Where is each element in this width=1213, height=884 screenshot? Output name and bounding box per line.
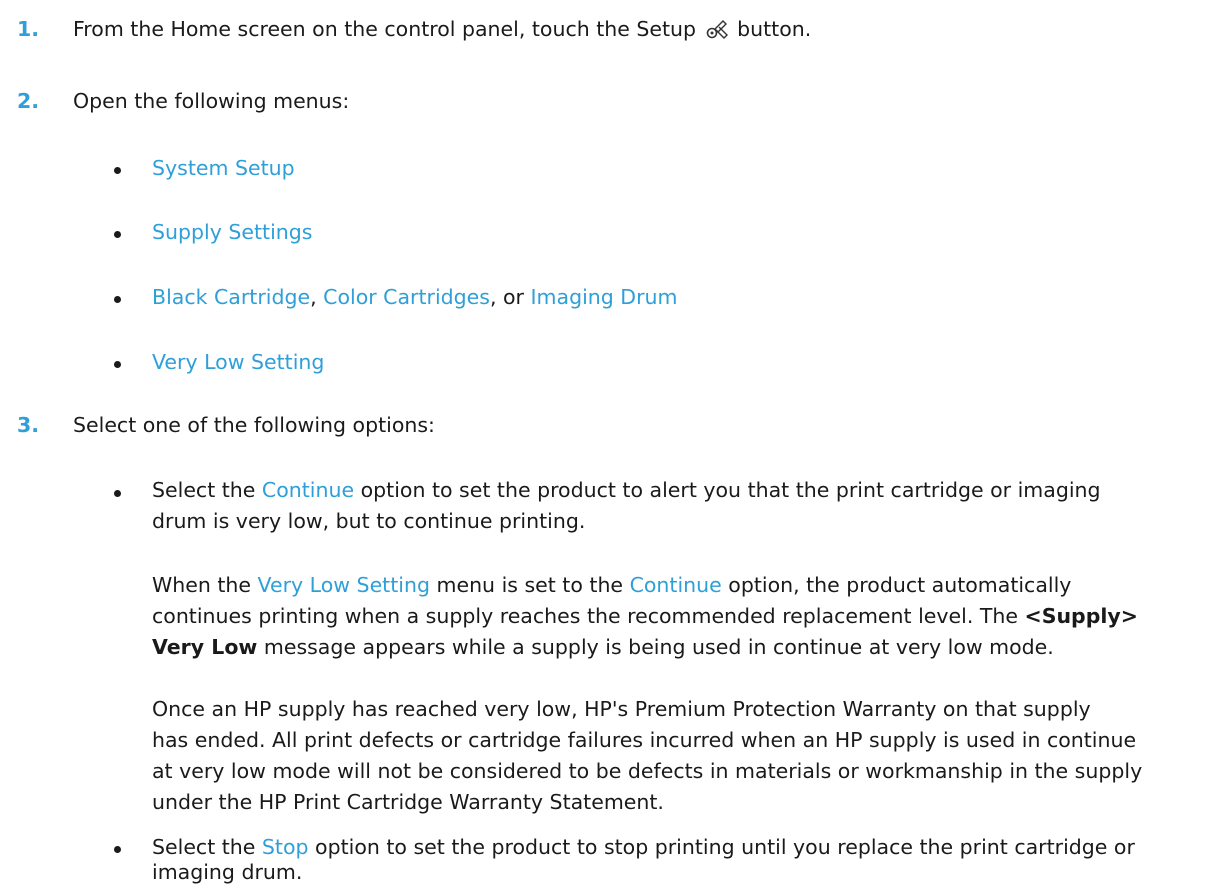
separator: , [310,285,324,309]
menu-very-low-setting[interactable]: Very Low Setting [152,350,324,374]
supply-bold: <Supply> [1024,604,1138,628]
continue-option-line-2: drum is very low, but to continue printi… [152,509,586,533]
text: message appears while a supply is being … [257,635,1054,659]
very-low-setting-link[interactable]: Very Low Setting [258,573,430,597]
step-1-text-before: From the Home screen on the control pane… [73,17,697,41]
step-1-text: From the Home screen on the control pane… [73,17,811,41]
stop-option-line-2: imaging drum. [152,860,303,884]
step-3-text: Select one of the following options: [73,413,435,437]
stop-option-line-1: Select the Stop option to set the produc… [152,835,1135,859]
menu-system-setup[interactable]: System Setup [152,156,295,180]
para2-line-4: under the HP Print Cartridge Warranty St… [152,790,664,814]
text: Select the [152,835,262,859]
text: When the [152,573,258,597]
text: option to set the product to stop printi… [308,835,1135,859]
step-1-number: 1. [17,17,40,41]
text: Select the [152,478,262,502]
para1-line-1: When the Very Low Setting menu is set to… [152,573,1071,597]
bullet [114,167,121,174]
para2-line-1: Once an HP supply has reached very low, … [152,697,1091,721]
very-low-bold: Very Low [152,635,258,659]
text: continues printing when a supply reaches… [152,604,1025,628]
para2-line-3: at very low mode will not be considered … [152,759,1143,783]
step-3-number: 3. [17,413,40,437]
continue-link[interactable]: Continue [630,573,722,597]
menu-black-cartridge[interactable]: Black Cartridge [152,285,310,309]
text: menu is set to the [429,573,630,597]
para1-line-2: continues printing when a supply reaches… [152,604,1138,628]
step-1-text-after: button. [737,17,812,41]
continue-option-link[interactable]: Continue [262,478,354,502]
para2-line-2: has ended. All print defects or cartridg… [152,728,1137,752]
para1-line-3: Very Low message appears while a supply … [152,635,1054,659]
menu-color-cartridges[interactable]: Color Cartridges [323,285,490,309]
text: option to set the product to alert you t… [354,478,1101,502]
stop-option-link[interactable]: Stop [262,835,309,859]
step-2-text: Open the following menus: [73,89,350,113]
step-2-number: 2. [17,89,40,113]
setup-wrench-icon [706,20,728,39]
menu-cartridge-options: Black Cartridge, Color Cartridges, or Im… [152,285,677,309]
continue-option-line-1: Select the Continue option to set the pr… [152,478,1101,502]
separator: , or [489,285,531,309]
menu-supply-settings[interactable]: Supply Settings [152,220,312,244]
bullet [114,231,121,238]
text: option, the product automatically [721,573,1072,597]
menu-imaging-drum[interactable]: Imaging Drum [531,285,678,309]
bullet [114,361,121,368]
bullet [114,296,121,303]
bullet [114,490,121,497]
bullet [114,846,121,853]
